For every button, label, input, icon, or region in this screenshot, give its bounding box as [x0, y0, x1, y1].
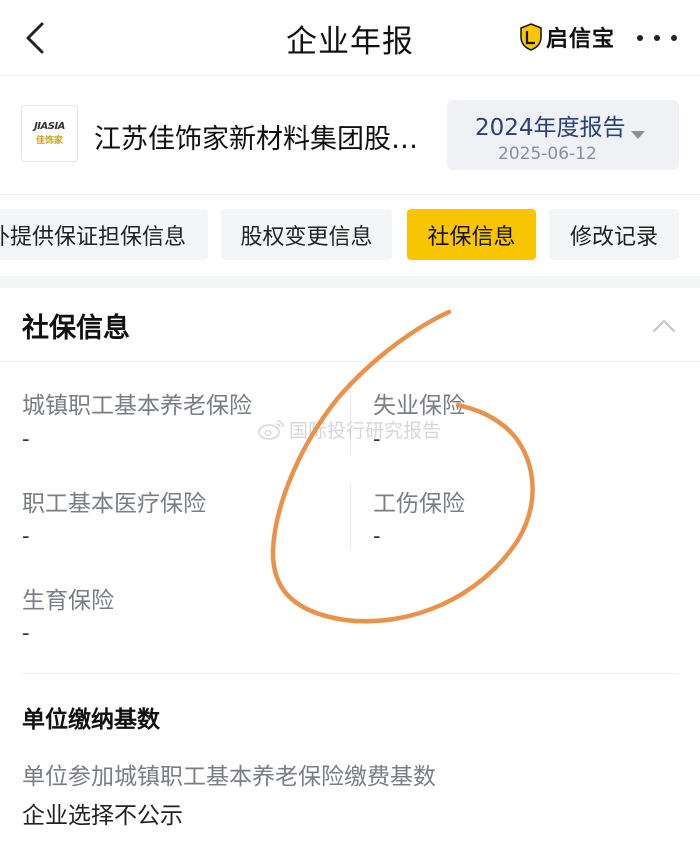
- watermark: 国际投行研究报告: [257, 414, 441, 444]
- contribution-base-value: 企业选择不公示: [22, 803, 183, 829]
- field-value-pension: -: [22, 427, 30, 451]
- field-value-medical: -: [22, 524, 30, 548]
- field-label-maternity: 生育保险: [22, 588, 114, 614]
- column-divider: [350, 484, 351, 550]
- company-logo: JIASIA 佳饰家: [21, 105, 78, 162]
- company-logo-text: JIASIA: [34, 121, 65, 132]
- section-tabs: 外提供保证担保信息 股权变更信息 社保信息 修改记录: [0, 196, 700, 274]
- contribution-base-label: 单位参加城镇职工基本养老保险缴费基数: [22, 764, 436, 790]
- caret-down-icon: [631, 131, 645, 139]
- field-label-medical: 职工基本医疗保险: [22, 491, 206, 517]
- brand-name: 启信宝: [546, 27, 616, 52]
- watermark-text: 国际投行研究报告: [289, 419, 442, 442]
- tab-equity-change[interactable]: 股权变更信息: [221, 209, 392, 260]
- weibo-icon: [258, 420, 284, 440]
- field-label-work-injury: 工伤保险: [373, 491, 465, 517]
- section-header[interactable]: 社保信息: [0, 288, 700, 362]
- report-year-label: 2024年度报告: [475, 115, 626, 141]
- more-dots-icon: [637, 35, 643, 41]
- more-dots-icon: [671, 35, 677, 41]
- tab-change-log[interactable]: 修改记录: [549, 209, 679, 260]
- tab-label: 修改记录: [569, 224, 658, 250]
- tab-label: 社保信息: [427, 224, 516, 250]
- tab-label: 外提供保证担保信息: [0, 224, 186, 250]
- app-header: 企业年报 启信宝: [0, 0, 700, 76]
- tab-label: 股权变更信息: [240, 224, 373, 250]
- field-value-maternity: -: [22, 621, 30, 645]
- section-title: 社保信息: [22, 313, 130, 344]
- company-row: JIASIA 佳饰家 江苏佳饰家新材料集团股… 2024年度报告 2025-06…: [0, 77, 700, 195]
- section-gap: [0, 276, 700, 288]
- field-value-work-injury: -: [373, 524, 381, 548]
- more-dots-icon: [654, 35, 660, 41]
- tab-guarantee-info[interactable]: 外提供保证担保信息: [0, 209, 208, 260]
- section-divider: [22, 673, 678, 674]
- report-date: 2025-06-12: [498, 144, 597, 164]
- more-button[interactable]: [637, 24, 677, 52]
- field-label-pension: 城镇职工基本养老保险: [22, 393, 252, 419]
- shield-icon: [520, 23, 542, 51]
- collapse-button[interactable]: [650, 316, 678, 336]
- chevron-up-icon: [653, 320, 675, 332]
- brand-logo[interactable]: 启信宝: [520, 20, 615, 54]
- company-name[interactable]: 江苏佳饰家新材料集团股…: [94, 117, 418, 156]
- report-year-select[interactable]: 2024年度报告 2025-06-12: [447, 100, 679, 170]
- tab-social-security[interactable]: 社保信息: [407, 209, 536, 260]
- company-logo-subtext: 佳饰家: [35, 136, 63, 146]
- contribution-base-title: 单位缴纳基数: [22, 707, 160, 733]
